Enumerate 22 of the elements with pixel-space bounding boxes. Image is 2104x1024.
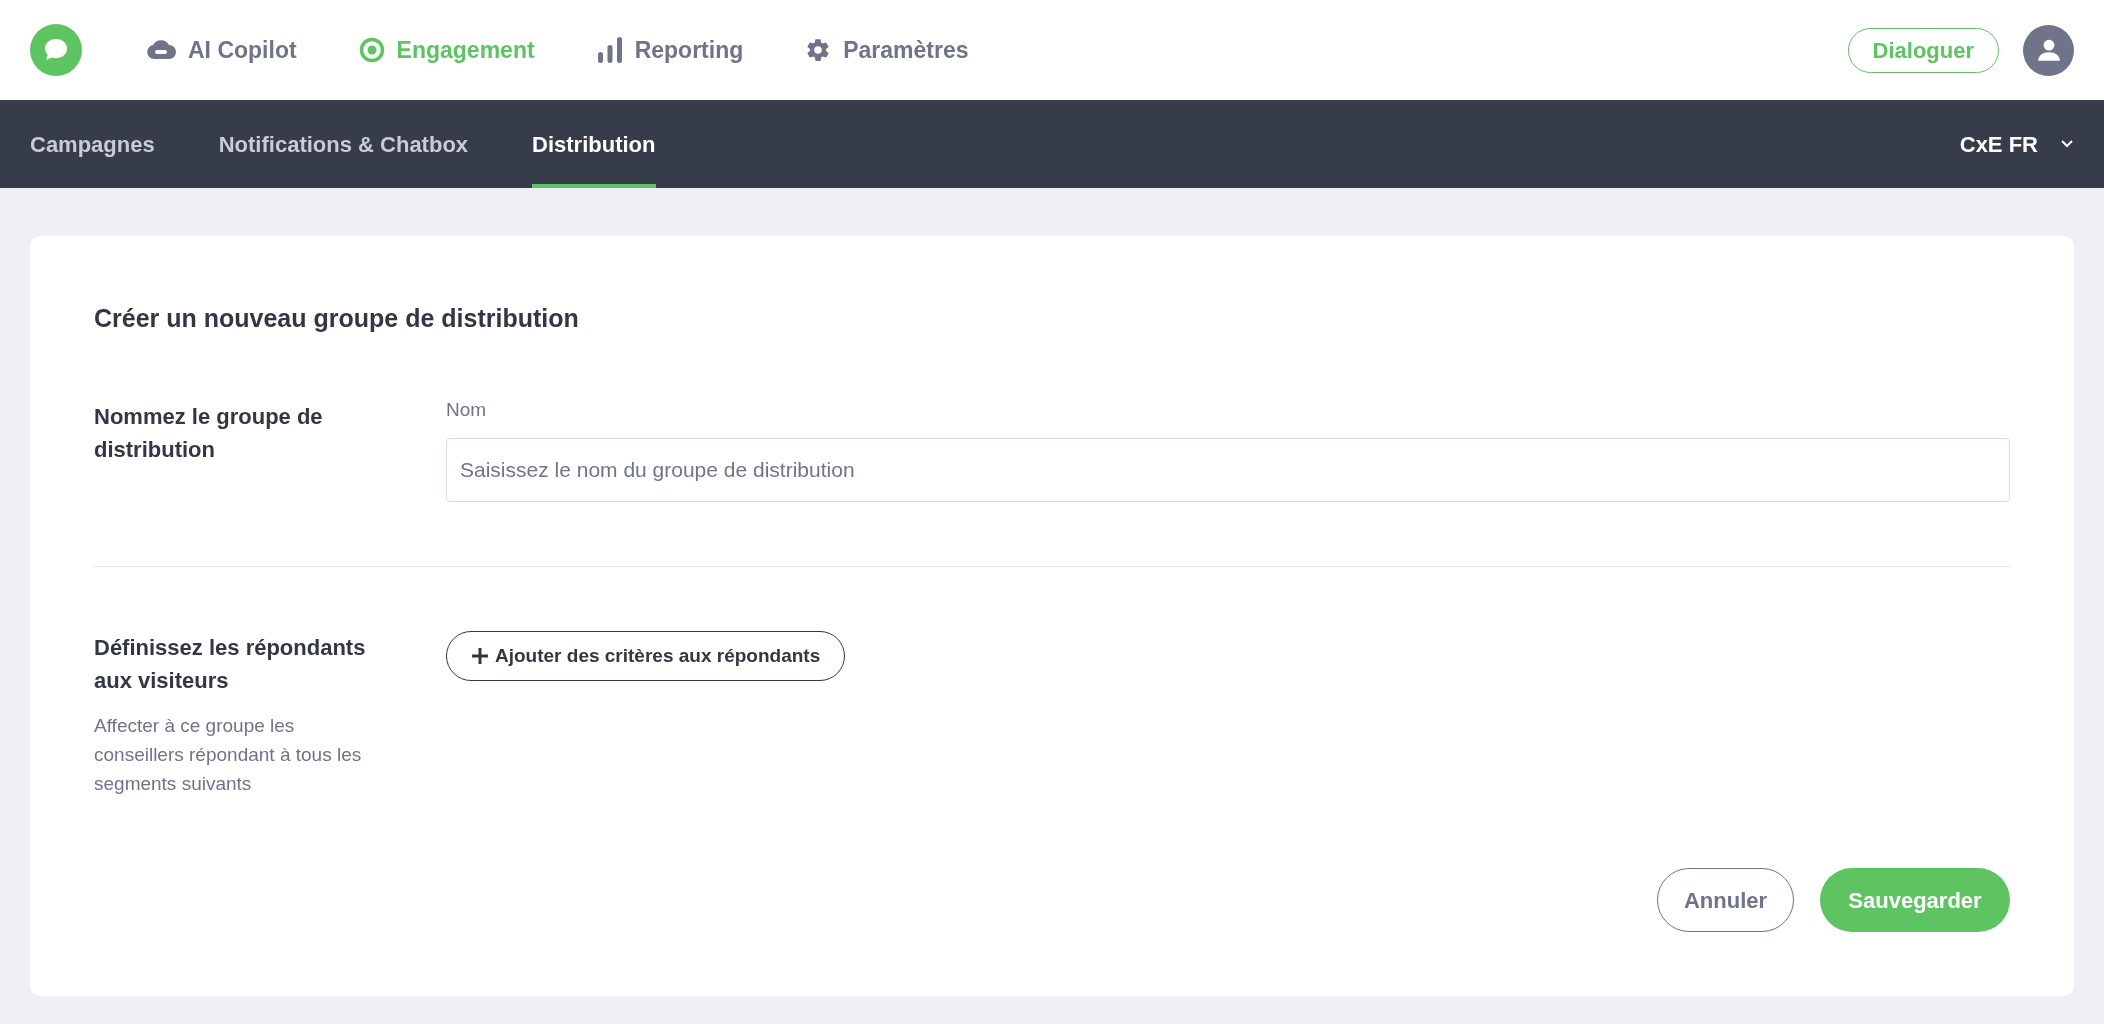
- tab[interactable]: Distribution: [532, 100, 656, 188]
- field-label: Nom: [446, 397, 488, 422]
- chevron-down-icon: [2060, 139, 2074, 149]
- tab[interactable]: Notifications & Chatbox: [218, 100, 469, 188]
- section-heading: Nommez le groupe de distribution: [94, 402, 324, 464]
- cloud-icon: [146, 39, 176, 61]
- target-icon: [358, 37, 385, 63]
- account-selector[interactable]: CxE FR: [1959, 100, 2074, 188]
- plus-icon: [471, 647, 489, 665]
- form-title: Créer un nouveau groupe de distribution: [94, 303, 580, 334]
- section-heading: Définissez les répondants aux visiteurs: [94, 634, 367, 695]
- avatar-icon[interactable]: [2023, 24, 2074, 76]
- add-criteria-button[interactable]: Ajouter des critères aux répondants: [446, 631, 846, 681]
- bar-chart-icon: [596, 36, 623, 64]
- nav-item[interactable]: Reporting: [596, 32, 744, 68]
- name-input-field[interactable]: Saisissez le nom du groupe de distribution: [446, 438, 2010, 502]
- nav-item[interactable]: AI Copilot: [146, 32, 297, 68]
- settings-icon: [805, 37, 832, 63]
- cancel-button[interactable]: Annuler: [1657, 868, 1794, 932]
- tab[interactable]: Campagnes: [30, 100, 155, 188]
- nav-item[interactable]: Paramètres: [805, 32, 969, 68]
- section-description: Affecter à ce groupe les conseillers répondant à tous les segments suivants: [94, 714, 363, 796]
